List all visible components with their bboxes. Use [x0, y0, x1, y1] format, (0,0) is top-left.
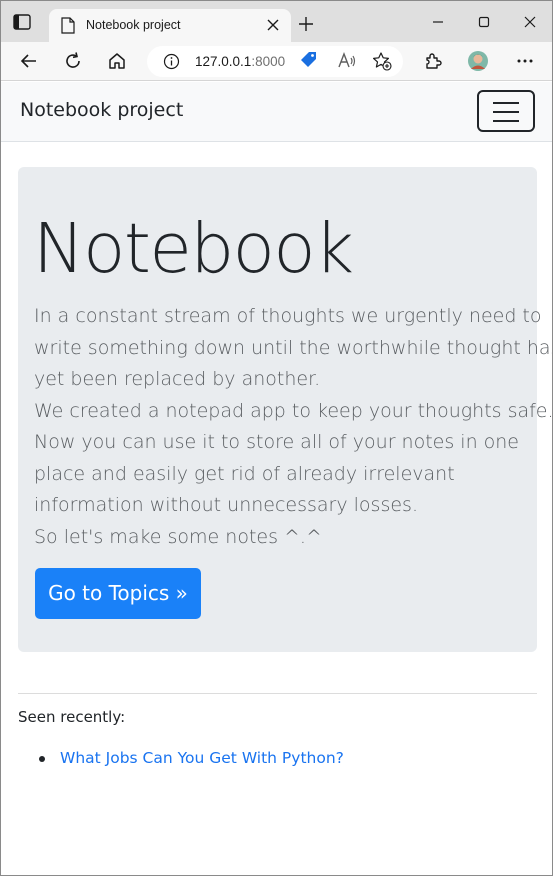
lead-line: place and easily get rid of already irre… [34, 462, 455, 485]
lead-line: So let's make some notes ^.^ [34, 525, 322, 548]
info-icon[interactable] [163, 53, 180, 70]
tab-bar: Notebook project [1, 1, 552, 42]
browser-tab[interactable]: Notebook project [49, 9, 291, 42]
bullet-icon [39, 756, 45, 762]
navbar: Notebook project [1, 82, 552, 142]
hamburger-icon [493, 102, 519, 104]
lead-paragraph: In a constant stream of thoughts we urge… [34, 301, 553, 553]
navbar-brand[interactable]: Notebook project [20, 99, 183, 121]
lead-line: yet been replaced by another. [34, 368, 321, 390]
divider [18, 693, 537, 694]
page-content: Notebook project Notebook In a constant … [1, 82, 553, 875]
page-title: Notebook [33, 209, 354, 289]
url-text: 127.0.0.1:8000 [195, 54, 285, 69]
tab-title: Notebook project [86, 18, 181, 32]
seen-recently-label: Seen recently: [18, 708, 126, 726]
profile-avatar-icon[interactable] [467, 50, 489, 72]
url-host: 127.0.0.1 [195, 54, 252, 69]
plus-icon[interactable] [297, 15, 315, 33]
lead-line: write something down until the worthwhil… [34, 336, 553, 359]
jumbotron: Notebook In a constant stream of thought… [18, 167, 553, 652]
hamburger-icon [493, 120, 519, 122]
lead-line: In a constant stream of thoughts we urge… [34, 305, 542, 327]
browser-window: Notebook project 127.0.0.1:8000 Notebook… [0, 0, 553, 876]
address-toolbar: 127.0.0.1:8000 [1, 42, 552, 81]
lead-line: information without unnecessary losses. [34, 494, 418, 516]
home-icon[interactable] [107, 51, 127, 71]
navbar-toggler[interactable] [477, 90, 535, 132]
recent-topic-link[interactable]: What Jobs Can You Get With Python? [60, 749, 344, 767]
tab-actions-icon[interactable] [13, 14, 31, 30]
minimize-icon[interactable] [429, 13, 447, 31]
hamburger-icon [493, 111, 519, 113]
extensions-icon[interactable] [423, 51, 443, 71]
close-icon[interactable] [265, 17, 281, 33]
address-bar[interactable]: 127.0.0.1:8000 [147, 46, 403, 77]
add-favorite-icon[interactable] [372, 51, 392, 71]
back-arrow-icon[interactable] [19, 51, 39, 71]
url-port: :8000 [251, 54, 286, 69]
lead-line: Now you can use it to store all of your … [34, 431, 520, 453]
lead-line: We created a notepad app to keep your th… [34, 399, 553, 422]
more-icon[interactable] [515, 51, 535, 71]
tag-icon[interactable] [299, 50, 319, 70]
maximize-icon[interactable] [475, 13, 493, 31]
close-window-icon[interactable] [521, 13, 539, 31]
go-to-topics-button[interactable]: Go to Topics » [35, 568, 201, 619]
read-aloud-icon[interactable] [337, 51, 357, 71]
page-icon [61, 17, 75, 34]
refresh-icon[interactable] [63, 51, 83, 71]
